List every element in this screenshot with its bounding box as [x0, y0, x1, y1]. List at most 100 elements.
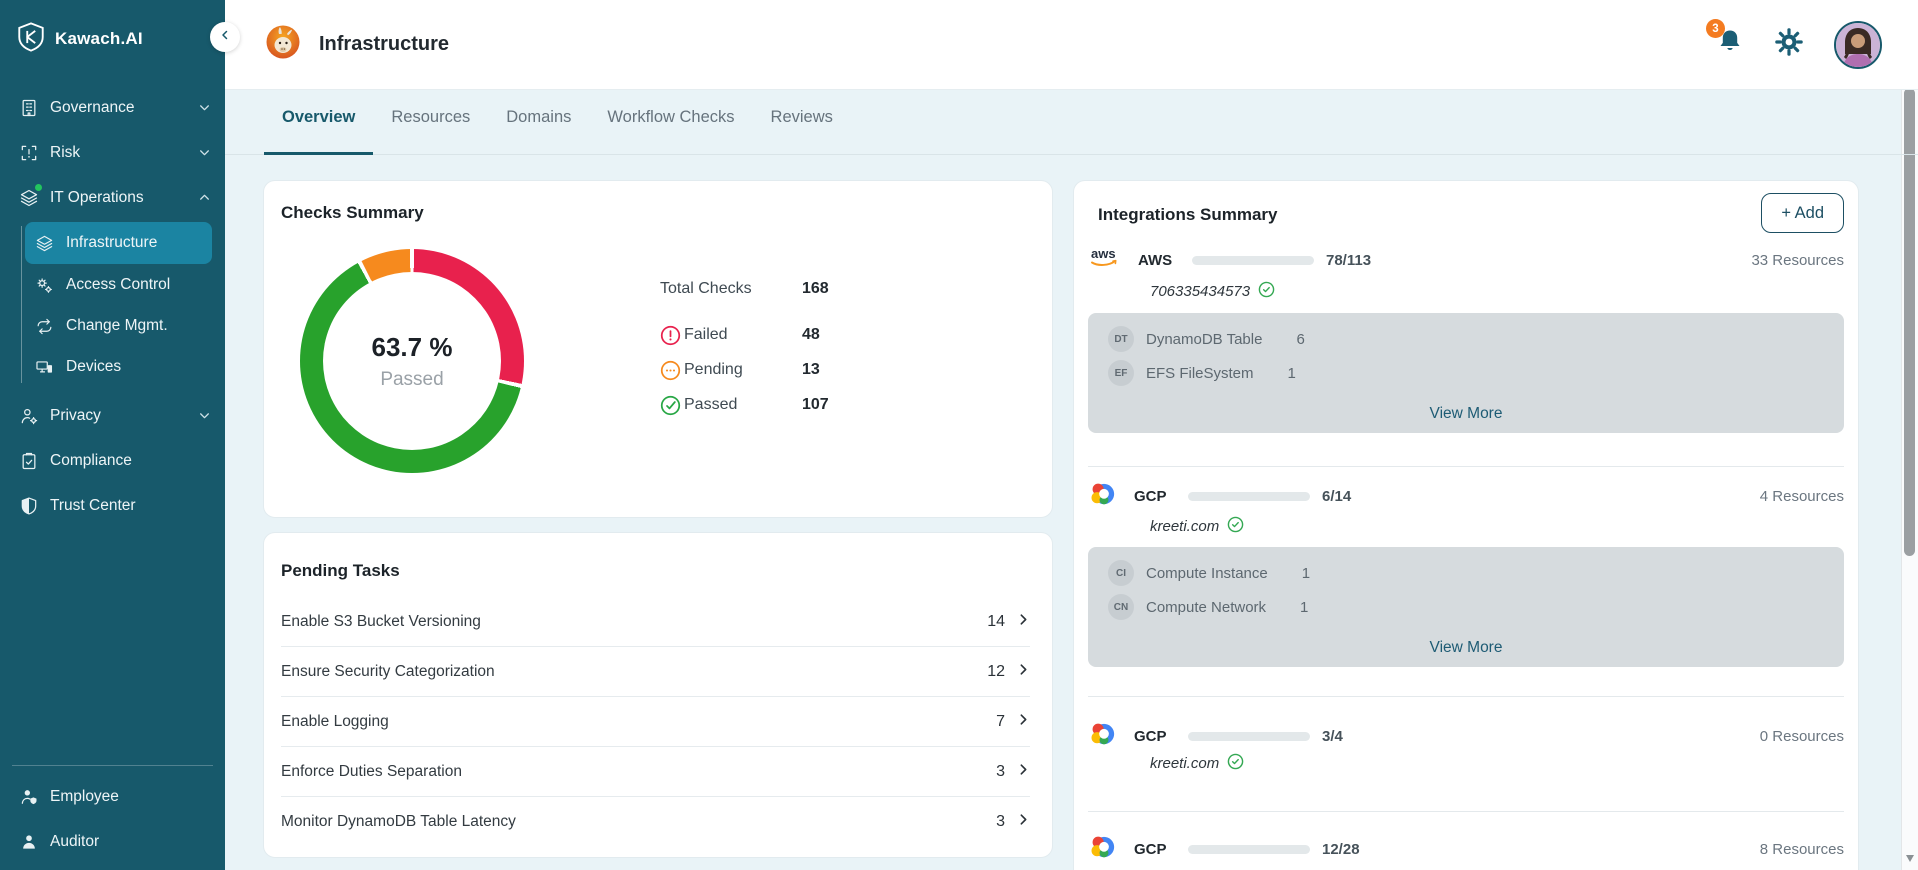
- integration-row-gcp-2: GCP 3/4 0 Resources: [1088, 719, 1844, 753]
- integrations-summary-title: Integrations Summary: [1098, 205, 1278, 225]
- view-more-link[interactable]: View More: [1088, 405, 1844, 423]
- gcp-logo-icon: [1088, 480, 1120, 513]
- divider: [1088, 466, 1844, 467]
- kawach-shield-logo-icon: [16, 21, 46, 58]
- legend-total-row: Total Checks 168: [660, 277, 829, 301]
- verified-check-icon: [1227, 753, 1244, 774]
- progress-fraction: 12/28: [1322, 841, 1360, 858]
- task-row-ensure-security-categorization[interactable]: Ensure Security Categorization 12: [281, 647, 1030, 697]
- tab-workflow-checks[interactable]: Workflow Checks: [589, 90, 752, 155]
- sidebar-collapse-button[interactable]: [210, 22, 240, 52]
- sidebar-item-it-operations[interactable]: IT Operations: [0, 175, 225, 220]
- pending-tasks-card: Pending Tasks Enable S3 Bucket Versionin…: [263, 532, 1053, 858]
- tab-overview[interactable]: Overview: [264, 90, 373, 155]
- pending-value: 13: [802, 361, 820, 379]
- progress-bar: [1188, 492, 1310, 501]
- failed-label: Failed: [684, 326, 802, 344]
- resource-type-name: Compute Instance: [1146, 565, 1268, 582]
- sidebar-item-label: Risk: [50, 144, 80, 162]
- task-label: Enable Logging: [281, 713, 389, 731]
- provider-name: AWS: [1138, 252, 1182, 269]
- resource-type-name: DynamoDB Table: [1146, 331, 1262, 348]
- donut-center: 63.7 % Passed: [323, 272, 501, 450]
- user-avatar[interactable]: [1834, 21, 1882, 69]
- risk-icon: [18, 142, 39, 163]
- total-checks-label: Total Checks: [660, 280, 802, 298]
- main-area: Infrastructure 3 Overview Resources: [225, 0, 1918, 870]
- topbar-actions: 3: [1716, 21, 1882, 69]
- sidebar-item-change-mgmt[interactable]: Change Mgmt.: [25, 306, 212, 346]
- tab-resources[interactable]: Resources: [373, 90, 488, 155]
- app-root: Kawach.AI Governance Risk: [0, 0, 1918, 870]
- bell-icon: [1716, 44, 1744, 61]
- check-circle-icon: [660, 395, 684, 416]
- chevron-right-icon: [1017, 812, 1030, 832]
- sidebar-item-compliance[interactable]: Compliance: [0, 438, 225, 483]
- task-label: Monitor DynamoDB Table Latency: [281, 813, 516, 831]
- task-row-enable-logging[interactable]: Enable Logging 7: [281, 697, 1030, 747]
- sidebar-item-infrastructure[interactable]: Infrastructure: [25, 222, 212, 264]
- sidebar-item-label: IT Operations: [50, 189, 144, 207]
- notification-badge: 3: [1706, 19, 1725, 38]
- add-button-label: + Add: [1781, 204, 1824, 223]
- legend-passed-row: Passed 107: [660, 393, 829, 417]
- tab-bar: Overview Resources Domains Workflow Chec…: [225, 90, 1918, 155]
- shield-icon: [18, 495, 39, 516]
- sidebar-item-risk[interactable]: Risk: [0, 130, 225, 175]
- resource-type-badge: DT: [1108, 326, 1134, 352]
- scrollbar[interactable]: [1901, 48, 1918, 870]
- task-label: Ensure Security Categorization: [281, 663, 495, 681]
- status-dot: [35, 184, 42, 191]
- progress-fraction: 3/4: [1322, 728, 1343, 745]
- integration-row-gcp-3: GCP 12/28 8 Resources: [1088, 832, 1844, 866]
- task-row-enforce-duties-separation[interactable]: Enforce Duties Separation 3: [281, 747, 1030, 797]
- sidebar-item-employee[interactable]: Employee: [0, 774, 225, 819]
- resources-count: 0 Resources: [1760, 728, 1844, 745]
- sidebar: Kawach.AI Governance Risk: [0, 0, 225, 870]
- progress-fraction: 78/113: [1326, 252, 1371, 269]
- tab-reviews[interactable]: Reviews: [753, 90, 851, 155]
- tab-domains[interactable]: Domains: [488, 90, 589, 155]
- task-count: 7: [996, 713, 1005, 731]
- sidebar-item-auditor[interactable]: Auditor: [0, 819, 225, 864]
- task-row-enable-s3-bucket-versioning[interactable]: Enable S3 Bucket Versioning 14: [281, 597, 1030, 647]
- sidebar-item-governance[interactable]: Governance: [0, 85, 225, 130]
- sidebar-item-privacy[interactable]: Privacy: [0, 393, 225, 438]
- scrollbar-thumb[interactable]: [1904, 88, 1915, 556]
- task-row-monitor-dynamodb-table-latency[interactable]: Monitor DynamoDB Table Latency 3: [281, 797, 1030, 847]
- layers-icon: [18, 187, 39, 208]
- user-gear-icon: [18, 405, 39, 426]
- task-count: 14: [987, 613, 1005, 631]
- progress-bar: [1192, 256, 1314, 265]
- account-row-aws: 706335434573: [1150, 280, 1275, 302]
- checks-summary-card: Checks Summary 63.7 % Passed Total Check…: [263, 180, 1053, 518]
- sidebar-nav: Governance Risk IT Operations: [0, 85, 225, 528]
- resource-type-badge: CN: [1108, 594, 1134, 620]
- settings-button[interactable]: [1774, 27, 1804, 62]
- pending-tasks-title: Pending Tasks: [281, 561, 400, 581]
- scroll-down-arrow-icon[interactable]: [1906, 855, 1914, 862]
- layers-icon: [34, 233, 55, 254]
- add-integration-button[interactable]: + Add: [1761, 193, 1844, 233]
- verified-check-icon: [1258, 281, 1275, 302]
- resource-type-row: DT DynamoDB Table 6: [1108, 325, 1824, 353]
- resource-type-count: 1: [1288, 365, 1296, 382]
- provider-name: GCP: [1134, 488, 1178, 505]
- sidebar-item-trust-center[interactable]: Trust Center: [0, 483, 225, 528]
- sidebar-item-devices[interactable]: Devices: [25, 347, 212, 387]
- view-more-link[interactable]: View More: [1088, 639, 1844, 657]
- resources-count: 4 Resources: [1760, 488, 1844, 505]
- checks-summary-title: Checks Summary: [281, 203, 424, 223]
- sidebar-item-label: Privacy: [50, 407, 101, 425]
- total-checks-value: 168: [802, 280, 829, 298]
- task-count: 3: [996, 813, 1005, 831]
- notifications-button[interactable]: 3: [1716, 27, 1744, 62]
- resource-type-count: 6: [1296, 331, 1304, 348]
- chevron-right-icon: [1017, 662, 1030, 682]
- integrations-summary-card: Integrations Summary + Add aws AWS 78/11…: [1073, 180, 1859, 870]
- task-label: Enforce Duties Separation: [281, 763, 462, 781]
- sidebar-item-access-control[interactable]: Access Control: [25, 265, 212, 305]
- building-icon: [18, 97, 39, 118]
- checks-donut-chart: 63.7 % Passed: [300, 249, 524, 473]
- resources-count: 8 Resources: [1760, 841, 1844, 858]
